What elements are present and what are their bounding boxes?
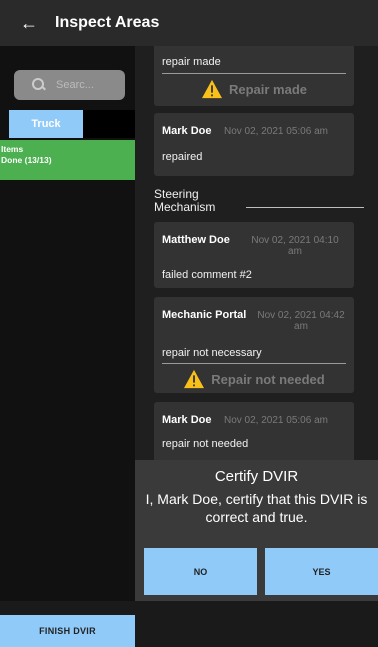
dialog-title: Certify DVIR <box>214 468 299 485</box>
timestamp-line: am <box>288 246 302 257</box>
divider <box>162 73 346 74</box>
comment-card: Mark Doe Nov 02, 2021 05:06 am repaired <box>154 113 354 176</box>
search-icon <box>32 78 46 92</box>
page-title: Inspect Areas <box>55 14 160 31</box>
comment-text: repaired <box>162 151 203 163</box>
comment-card: repair made Repair made <box>154 46 354 106</box>
section-divider <box>246 206 364 208</box>
status-label: Repair not needed <box>211 371 325 387</box>
comments-list[interactable]: repair made Repair made Mark Doe Nov 02,… <box>135 46 378 460</box>
timestamp-line: Nov 02, 2021 04:42 <box>257 310 345 321</box>
repair-status: Repair not needed <box>154 367 354 391</box>
tab-truck[interactable]: Truck <box>9 110 83 138</box>
sidebar-item-count: Done (13/13) <box>1 155 52 165</box>
warning-icon <box>184 369 205 389</box>
timestamp-line: Nov 02, 2021 04:10 <box>251 235 339 246</box>
yes-button[interactable]: YES <box>265 548 378 595</box>
comment-card: Mark Doe Nov 02, 2021 05:06 am repair no… <box>154 402 354 460</box>
sidebar-item-label: Items <box>1 144 24 154</box>
status-label: Repair made <box>228 81 308 97</box>
section-header: Steering Mechanism <box>154 188 364 214</box>
no-button[interactable]: NO <box>144 548 257 595</box>
certify-dialog: Certify DVIR I, Mark Doe, certify that t… <box>135 460 378 601</box>
comment-text: repair made <box>162 56 221 68</box>
search-placeholder: Searc... <box>56 79 94 91</box>
section-title: Steering Mechanism <box>154 187 216 214</box>
finish-dvir-button[interactable]: FINISH DVIR <box>0 615 135 647</box>
sidebar: Searc... Truck Items Done (13/13) FINISH… <box>0 46 135 647</box>
comment-timestamp: Nov 02, 2021 04:42 am <box>252 310 350 332</box>
comment-author: Mark Doe <box>162 125 212 137</box>
comment-author: Mechanic Portal <box>162 309 247 321</box>
comment-text: failed comment #2 <box>162 269 252 281</box>
back-arrow-icon[interactable]: ← <box>20 13 40 34</box>
search-input[interactable]: Searc... <box>14 70 125 100</box>
divider <box>162 363 346 364</box>
dialog-message: I, Mark Doe, certify that this DVIR is c… <box>145 491 368 525</box>
app-header: ← Inspect Areas <box>0 0 378 46</box>
vehicle-tabs: Truck <box>9 110 135 138</box>
warning-icon <box>201 79 222 99</box>
comment-timestamp: Nov 02, 2021 05:06 am <box>224 415 328 426</box>
sidebar-item-items[interactable]: Items Done (13/13) <box>0 140 135 180</box>
timestamp-line: am <box>294 321 308 332</box>
comment-timestamp: Nov 02, 2021 05:06 am <box>224 126 328 137</box>
comment-text: repair not needed <box>162 438 249 450</box>
comment-card: Matthew Doe Nov 02, 2021 04:10 am failed… <box>154 222 354 288</box>
comment-author: Mark Doe <box>162 414 212 426</box>
comment-author: Matthew Doe <box>162 234 230 246</box>
comment-timestamp: Nov 02, 2021 04:10 am <box>242 235 348 257</box>
comment-card: Mechanic Portal Nov 02, 2021 04:42 am re… <box>154 297 354 393</box>
repair-status: Repair made <box>154 77 354 101</box>
comment-text: repair not necessary <box>162 347 262 359</box>
tab-empty <box>83 110 135 138</box>
